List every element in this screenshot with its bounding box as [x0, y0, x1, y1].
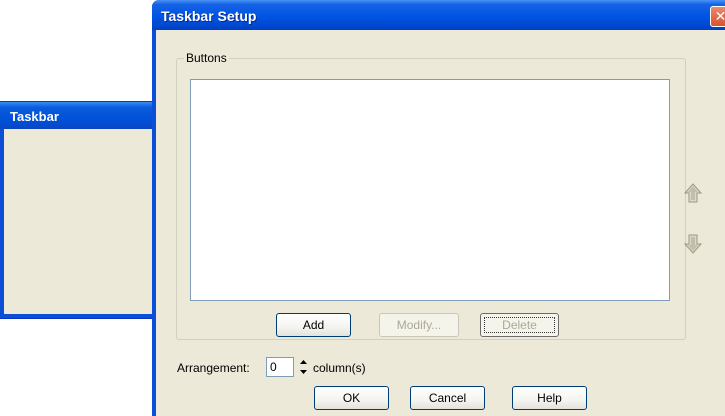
arrow-down-icon [684, 234, 702, 254]
spin-down-icon [300, 370, 307, 374]
dialog-titlebar[interactable]: Taskbar Setup ✕ [152, 0, 725, 30]
arrow-up-icon [684, 183, 702, 203]
desktop: Taskbar Taskbar Setup ✕ Buttons Add Modi… [0, 0, 725, 416]
help-button[interactable]: Help [512, 386, 587, 410]
modify-button[interactable]: Modify... [379, 313, 459, 337]
taskbar-setup-dialog: Taskbar Setup ✕ Buttons Add Modify... De… [152, 0, 725, 416]
arrangement-label: Arrangement: [177, 361, 250, 375]
dialog-title: Taskbar Setup [161, 8, 257, 24]
move-down-button[interactable] [682, 231, 704, 257]
delete-button[interactable]: Delete [480, 313, 559, 337]
taskbar-window-title[interactable]: Taskbar [0, 102, 159, 129]
close-button[interactable]: ✕ [710, 6, 725, 27]
move-up-button[interactable] [682, 180, 704, 206]
add-button[interactable]: Add [276, 313, 351, 337]
cancel-button[interactable]: Cancel [410, 386, 485, 410]
spin-up-button[interactable] [297, 357, 310, 367]
arrangement-columns-input[interactable]: 0 [266, 357, 294, 377]
ok-button[interactable]: OK [314, 386, 389, 410]
buttons-group-label: Buttons [184, 51, 229, 65]
buttons-listbox[interactable] [190, 79, 670, 301]
taskbar-window: Taskbar [0, 101, 160, 319]
columns-unit-label: column(s) [313, 361, 366, 375]
taskbar-window-body[interactable] [4, 131, 155, 314]
spin-down-button[interactable] [297, 367, 310, 377]
arrangement-spinner[interactable] [297, 357, 310, 377]
spin-up-icon [300, 360, 307, 364]
close-icon: ✕ [714, 8, 725, 24]
dialog-client-area: Buttons Add Modify... Delete Arrangement… [156, 30, 725, 416]
